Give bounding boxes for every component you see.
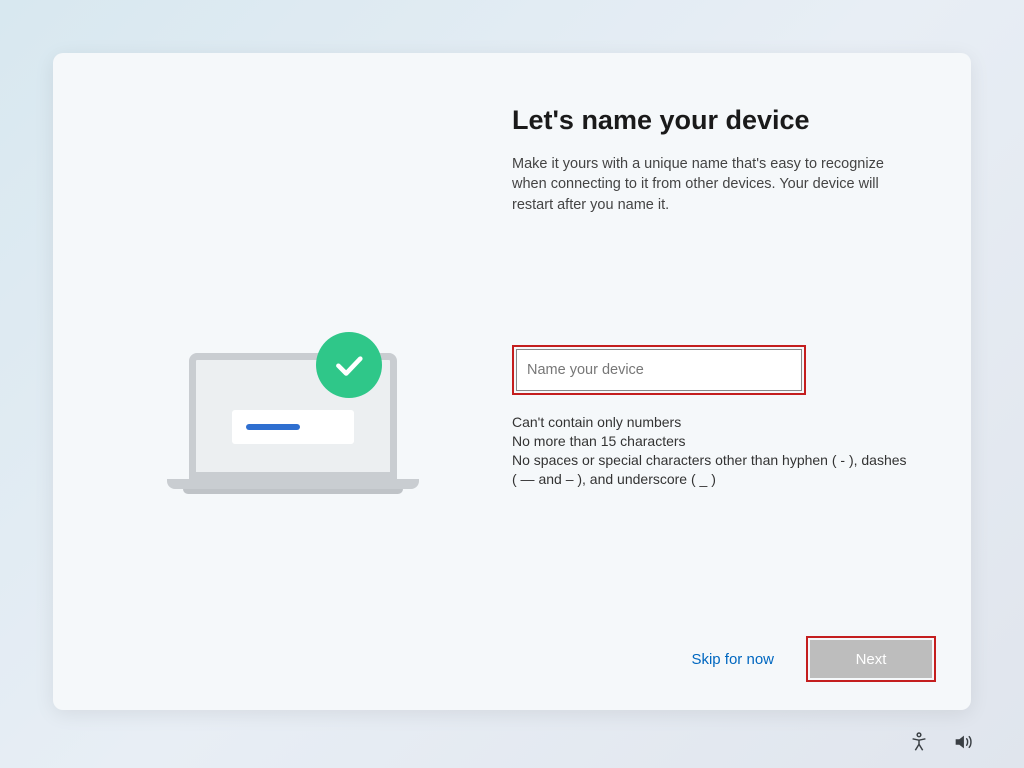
laptop-input-line: [246, 424, 300, 430]
content-pane: Let's name your device Make it yours wit…: [512, 53, 971, 710]
accessibility-icon[interactable]: [908, 731, 930, 753]
next-button[interactable]: Next: [810, 640, 932, 678]
action-bar: Skip for now Next: [679, 636, 936, 682]
page-title: Let's name your device: [512, 105, 931, 136]
rule-line: No more than 15 characters: [512, 432, 912, 451]
system-tray: [908, 731, 974, 753]
laptop-base: [167, 479, 419, 489]
laptop-illustration: [153, 353, 433, 489]
volume-icon[interactable]: [952, 731, 974, 753]
laptop-screen: [189, 353, 397, 479]
next-button-highlight: Next: [806, 636, 936, 682]
rule-line: No spaces or special characters other th…: [512, 451, 912, 489]
illustration-pane: [53, 53, 512, 710]
device-name-input[interactable]: [516, 349, 802, 391]
page-subtitle: Make it yours with a unique name that's …: [512, 154, 912, 215]
laptop-input-graphic: [232, 410, 354, 444]
checkmark-badge-icon: [316, 332, 382, 398]
skip-button[interactable]: Skip for now: [679, 643, 786, 676]
rule-line: Can't contain only numbers: [512, 413, 912, 432]
naming-rules: Can't contain only numbers No more than …: [512, 413, 912, 489]
device-name-input-highlight: [512, 345, 806, 395]
setup-card: Let's name your device Make it yours wit…: [53, 53, 971, 710]
